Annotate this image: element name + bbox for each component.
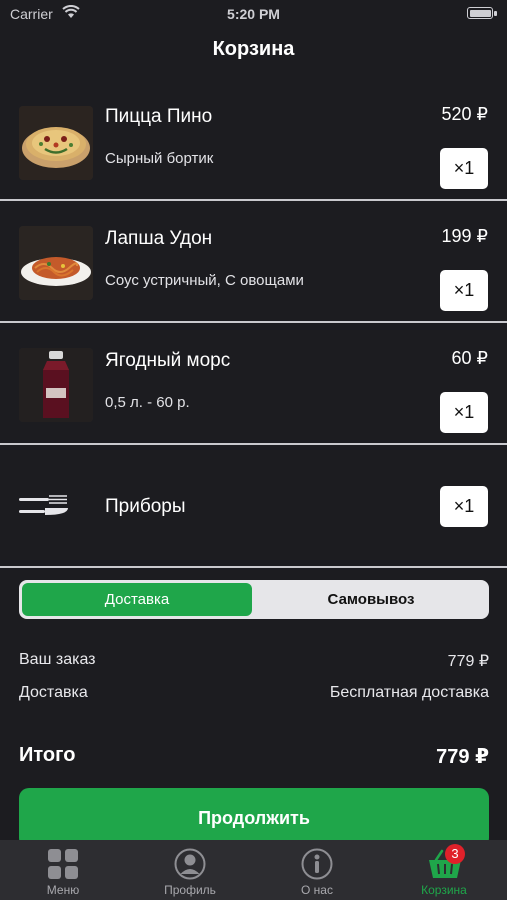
delivery-method-toggle[interactable]: Доставка Самовывоз: [19, 580, 489, 619]
pickup-option[interactable]: Самовывоз: [256, 583, 486, 616]
tab-bar: Меню Профиль О нас 3 Корзина: [0, 840, 507, 900]
drink-bottle-image: [19, 348, 93, 422]
item-name: Ягодный морс: [105, 350, 231, 371]
page-title: Корзина: [212, 38, 295, 60]
item-name: Лапша Удон: [105, 228, 213, 249]
divider: [0, 566, 507, 568]
divider: [0, 443, 507, 445]
tab-label: Меню: [46, 883, 80, 897]
cutlery-icon: [19, 495, 68, 515]
cart-item[interactable]: Ягодный морс 0,5 л. - 60 р. 60 ₽ ×1: [0, 336, 507, 456]
cutlery-label: Приборы: [105, 496, 186, 517]
divider: [0, 199, 507, 201]
tab-profile[interactable]: Профиль: [127, 840, 253, 900]
delivery-label: Доставка: [19, 684, 88, 701]
item-options: Сырный бортик: [105, 150, 214, 167]
grid-icon: [48, 849, 78, 879]
tab-label: О нас: [301, 883, 333, 897]
cart-item[interactable]: Лапша Удон Соус устричный, С овощами 199…: [0, 214, 507, 334]
info-icon: [301, 848, 333, 880]
delivery-option[interactable]: Доставка: [22, 583, 252, 616]
order-label: Ваш заказ: [19, 651, 96, 668]
cutlery-quantity-button[interactable]: ×1: [440, 486, 488, 527]
quantity-button[interactable]: ×1: [440, 392, 488, 433]
delivery-row: Доставка Бесплатная доставка: [19, 684, 489, 702]
divider: [0, 321, 507, 323]
pizza-image: [19, 106, 93, 180]
tab-label: Корзина: [421, 883, 467, 897]
noodles-image: [19, 226, 93, 300]
total-row: Итого 779 ₽: [19, 744, 489, 768]
order-subtotal-row: Ваш заказ 779 ₽: [19, 651, 489, 670]
order-value: 779 ₽: [447, 653, 489, 670]
total-value: 779 ₽: [436, 746, 489, 768]
item-options: 0,5 л. - 60 р.: [105, 394, 190, 411]
item-name: Пицца Пино: [105, 106, 213, 127]
item-price: 520 ₽: [441, 104, 489, 124]
status-bar: Carrier 5:20 PM: [0, 0, 507, 28]
item-price: 199 ₽: [441, 226, 489, 246]
battery-icon: [467, 7, 497, 19]
delivery-value: Бесплатная доставка: [329, 684, 489, 701]
user-icon: [174, 848, 206, 880]
item-price: 60 ₽: [451, 348, 488, 368]
cart-count-badge: 3: [445, 844, 465, 864]
status-time: 5:20 PM: [227, 6, 280, 22]
continue-button[interactable]: Продолжить: [19, 788, 489, 848]
quantity-button[interactable]: ×1: [440, 270, 488, 311]
quantity-button[interactable]: ×1: [440, 148, 488, 189]
cutlery-row[interactable]: Приборы ×1: [0, 458, 507, 566]
total-label: Итого: [19, 744, 76, 766]
cart-item[interactable]: Пицца Пино Сырный бортик 520 ₽ ×1: [0, 92, 507, 212]
item-options: Соус устричный, С овощами: [105, 272, 304, 289]
tab-label: Профиль: [164, 883, 216, 897]
tab-about[interactable]: О нас: [254, 840, 380, 900]
tab-menu[interactable]: Меню: [0, 840, 126, 900]
tab-cart[interactable]: 3 Корзина: [381, 840, 507, 900]
